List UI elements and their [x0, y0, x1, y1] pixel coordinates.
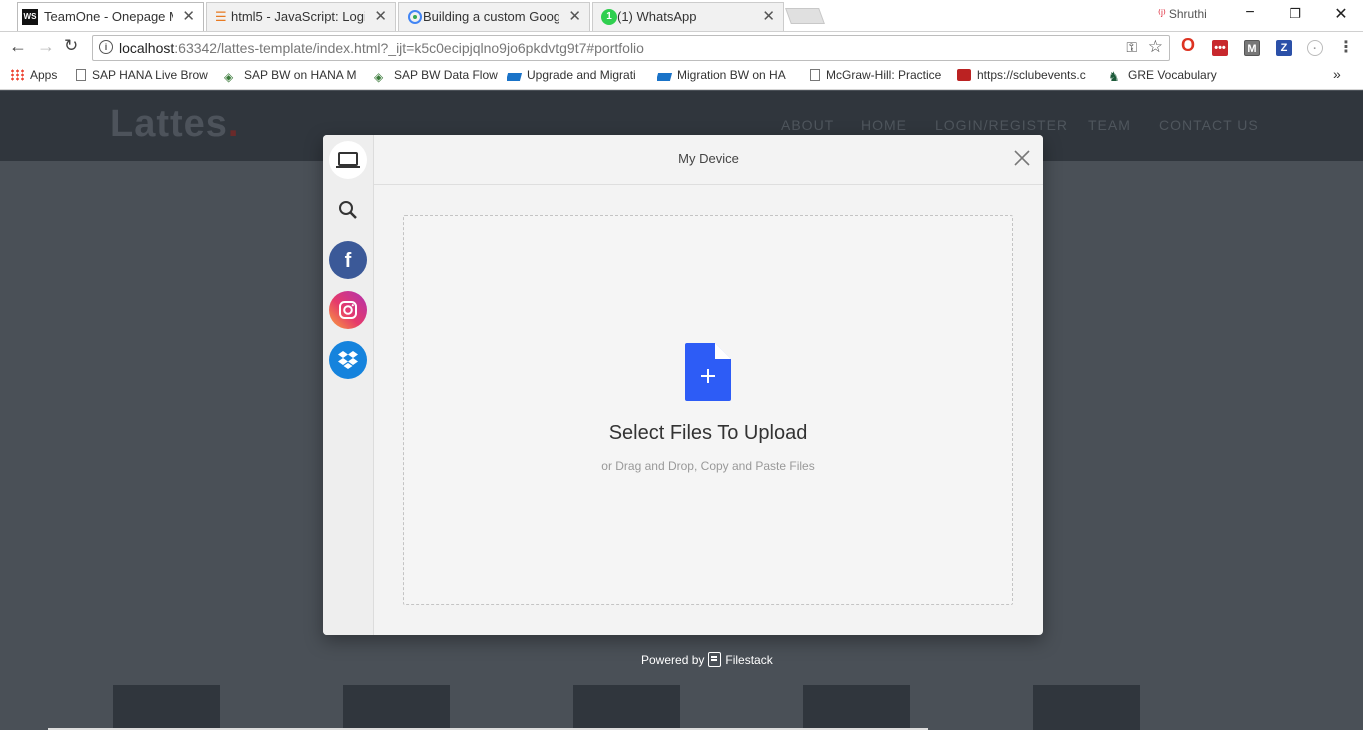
close-tab-icon[interactable]: ✕: [568, 7, 581, 25]
portfolio-tile: [113, 685, 220, 730]
restore-icon[interactable]: ❐: [1285, 6, 1305, 22]
google-developers-icon: [407, 9, 423, 25]
address-bar[interactable]: i localhost:63342/lattes-template/index.…: [92, 35, 1170, 61]
reload-icon[interactable]: ↻: [64, 36, 78, 56]
facebook-icon: f: [345, 250, 352, 272]
dropzone-title[interactable]: Select Files To Upload: [404, 422, 1012, 445]
apps-grid-icon: [10, 69, 24, 81]
file-picker-modal: f My Device Select Files To Upload or Dr…: [323, 135, 1043, 635]
source-dropbox[interactable]: [329, 341, 367, 379]
profile-name: Shruthi: [1168, 7, 1207, 21]
whatsapp-icon: 1: [601, 9, 617, 25]
sap-diamond-icon: ◈: [224, 70, 234, 83]
site-info-icon[interactable]: i: [99, 40, 113, 54]
filestack-logo-icon: [708, 652, 722, 667]
add-file-icon[interactable]: [685, 343, 731, 401]
powered-by-filestack[interactable]: Powered by Filestack: [641, 652, 773, 667]
page-icon: [76, 69, 86, 81]
source-sidebar: f: [323, 135, 374, 635]
minimize-icon[interactable]: −: [1240, 4, 1260, 22]
tab-title: TeamOne - Onepage Mu: [44, 9, 173, 24]
tab-title: (1) WhatsApp: [617, 9, 697, 24]
bookmark-item[interactable]: ◈ SAP BW Data Flow: [374, 68, 498, 83]
opera-icon[interactable]: O: [1180, 36, 1196, 54]
extension-z-icon[interactable]: Z: [1276, 40, 1292, 56]
key-icon[interactable]: ⚿: [1126, 39, 1137, 56]
stackoverflow-icon: ☰: [215, 9, 227, 24]
back-icon[interactable]: ←: [9, 36, 27, 57]
bookmark-item[interactable]: Migration BW on HA: [657, 68, 793, 82]
dropbox-icon: [338, 351, 358, 369]
url-text: localhost:63342/lattes-template/index.ht…: [119, 40, 644, 56]
browser-tab-strip: WS TeamOne - Onepage Mu ✕ ☰ html5 - Java…: [0, 0, 1363, 31]
tab-whatsapp[interactable]: 1 (1) WhatsApp ✕: [592, 2, 784, 31]
filestack-brand: Filestack: [725, 653, 773, 667]
sap-logo-icon: [507, 73, 523, 81]
browser-toolbar: ← → ↻ i localhost:63342/lattes-template/…: [0, 31, 1363, 63]
nav-about[interactable]: ABOUT: [781, 117, 834, 133]
bookmark-star-icon[interactable]: ☆: [1148, 37, 1163, 57]
laptop-icon: [336, 152, 360, 168]
sclub-icon: [957, 69, 971, 81]
instagram-icon: [339, 301, 357, 319]
new-tab-button[interactable]: [785, 8, 825, 24]
nav-home[interactable]: HOME: [861, 117, 907, 133]
nav-team[interactable]: TEAM: [1088, 117, 1131, 133]
bookmarks-overflow-icon[interactable]: »: [1333, 66, 1341, 82]
close-icon[interactable]: [1013, 149, 1031, 167]
close-tab-icon[interactable]: ✕: [762, 7, 775, 25]
source-web-search[interactable]: [329, 191, 367, 229]
sap-logo-icon: [657, 73, 673, 81]
picker-header: My Device: [374, 135, 1043, 185]
tab-html5[interactable]: ☰ html5 - JavaScript: Login ✕: [206, 2, 396, 31]
portfolio-tile: [343, 685, 450, 730]
bookmark-item[interactable]: Upgrade and Migrati: [507, 68, 645, 82]
profile-button[interactable]: ⁽ʲ⁾ Shruthi: [1158, 7, 1207, 21]
tab-title: html5 - JavaScript: Login: [231, 9, 365, 24]
bookmark-item[interactable]: https://sclubevents.c: [957, 68, 1094, 82]
tab-title: Building a custom Googl: [423, 9, 559, 24]
window-close-icon[interactable]: ✕: [1331, 4, 1351, 24]
forward-icon[interactable]: →: [37, 36, 55, 57]
extension-dots-icon[interactable]: •••: [1212, 40, 1228, 56]
portfolio-tile: [803, 685, 910, 730]
file-dropzone[interactable]: Select Files To Upload or Drag and Drop,…: [403, 215, 1013, 605]
extension-circle-icon[interactable]: ·: [1307, 40, 1323, 56]
bookmark-item[interactable]: ♞ GRE Vocabulary: [1108, 68, 1217, 83]
source-my-device[interactable]: [329, 141, 367, 179]
bookmark-item[interactable]: McGraw-Hill: Practice: [810, 68, 944, 82]
site-logo[interactable]: Lattes.: [110, 103, 239, 146]
tab-teamone[interactable]: WS TeamOne - Onepage Mu ✕: [17, 2, 204, 31]
picker-title: My Device: [678, 151, 739, 166]
sap-diamond-icon: ◈: [374, 70, 384, 84]
bookmarks-bar: Apps SAP HANA Live Brow ◈ SAP BW on HANA …: [0, 63, 1363, 90]
nav-login-register[interactable]: LOGIN/REGISTER: [935, 117, 1068, 133]
bookmark-item[interactable]: SAP HANA Live Brow: [76, 68, 211, 82]
portfolio-tile: [573, 685, 680, 730]
portfolio-tile: [1033, 685, 1140, 730]
close-tab-icon[interactable]: ✕: [374, 7, 387, 25]
close-tab-icon[interactable]: ✕: [182, 7, 195, 25]
profile-icon: ⁽ʲ⁾: [1158, 7, 1166, 21]
webstorm-icon: WS: [22, 9, 38, 25]
spartan-icon: ♞: [1108, 69, 1120, 84]
nav-contact-us[interactable]: CONTACT US: [1159, 117, 1259, 133]
source-instagram[interactable]: [329, 291, 367, 329]
bookmark-apps[interactable]: Apps: [10, 68, 57, 82]
dropzone-subtitle: or Drag and Drop, Copy and Paste Files: [601, 459, 815, 473]
extension-m-icon[interactable]: M: [1244, 40, 1260, 56]
menu-icon[interactable]: ⋮: [1338, 40, 1354, 56]
page-icon: [810, 69, 820, 81]
svg-text:f: f: [345, 250, 352, 272]
tab-google[interactable]: Building a custom Googl ✕: [398, 2, 590, 31]
search-icon: [339, 201, 357, 219]
bookmark-item[interactable]: ◈ SAP BW on HANA M: [224, 68, 358, 83]
powered-by-label: Powered by: [641, 653, 705, 667]
source-facebook[interactable]: f: [329, 241, 367, 279]
